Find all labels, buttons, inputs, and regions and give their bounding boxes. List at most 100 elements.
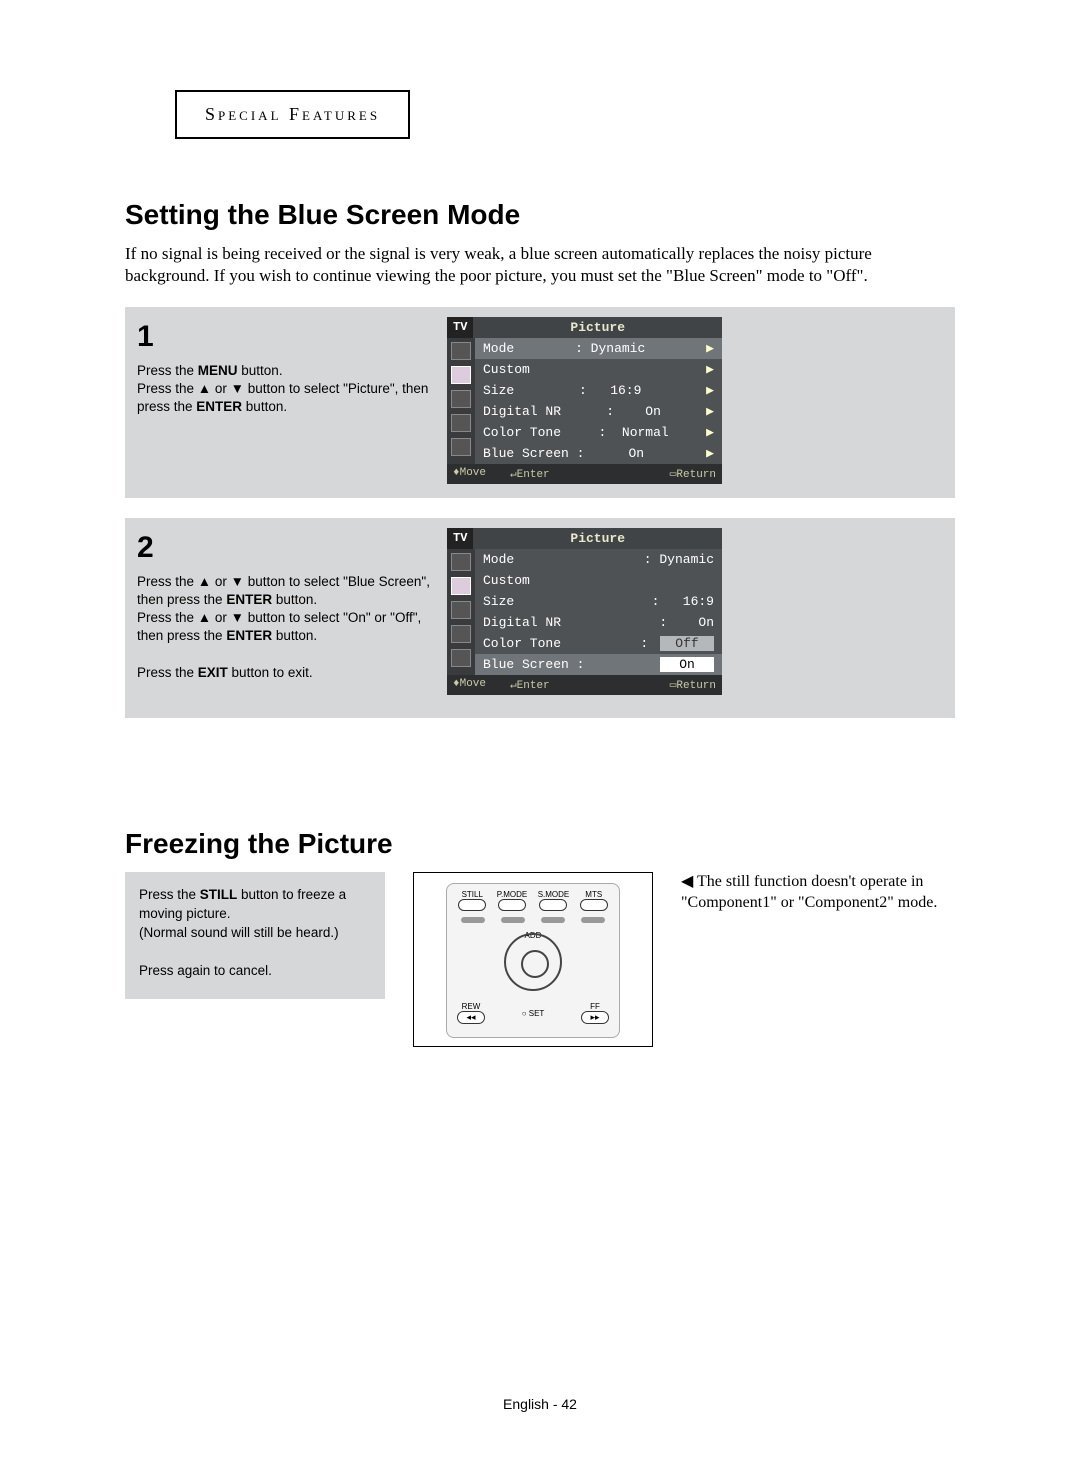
osd-tab-icon xyxy=(451,438,471,456)
osd-label: Digital NR xyxy=(483,404,561,419)
osd-label: Custom xyxy=(483,573,530,588)
osd-value: On xyxy=(628,446,644,461)
osd-title: Picture xyxy=(473,317,722,338)
osd-tab-icon xyxy=(451,601,471,619)
step-text: button. xyxy=(242,399,287,414)
osd-label: Digital NR xyxy=(483,615,561,630)
osd-hint-return: ▭Return xyxy=(670,467,716,481)
remote-button xyxy=(539,899,567,911)
osd-value-selected: On xyxy=(660,657,714,672)
still-button-label: STILL xyxy=(200,887,238,902)
arrow-right-icon: ▶ xyxy=(706,341,714,356)
osd-value: : On xyxy=(659,615,714,630)
osd-row-mode: Mode : Dynamic xyxy=(475,549,722,570)
remote-rew-button: ◂◂ xyxy=(457,1011,485,1024)
remote-button xyxy=(501,917,525,923)
remote-button xyxy=(580,899,608,911)
osd-label: Blue Screen : xyxy=(483,657,584,672)
osd-hint-return: ▭Return xyxy=(670,678,716,692)
osd-tab-icon xyxy=(451,390,471,408)
chapter-heading: Special Features xyxy=(175,90,410,139)
osd-menu-picture-1: TV Picture Mode: Dynamic▶ Custom▶ Size: … xyxy=(447,317,722,484)
osd-label: Mode xyxy=(483,341,514,356)
remote-smode-label: S.MODE xyxy=(538,890,570,899)
remote-still-label: STILL xyxy=(458,890,486,899)
osd-value: : Normal xyxy=(598,425,668,440)
osd-value: : Dynamic xyxy=(644,552,714,567)
osd-row-color-tone: Color Tone: Normal▶ xyxy=(475,422,722,443)
remote-button xyxy=(461,917,485,923)
remote-rew-label: REW xyxy=(457,1002,485,1011)
arrow-right-icon: ▶ xyxy=(706,446,714,461)
osd-row-custom: Custom xyxy=(475,570,722,591)
remote-set-label: ○ SET xyxy=(522,1009,545,1018)
osd-tv-badge: TV xyxy=(447,317,473,338)
osd-footer: ♦Move ↵Enter ▭Return xyxy=(447,464,722,484)
osd-tab-icon xyxy=(451,553,471,571)
osd-tab-icon xyxy=(451,577,471,595)
osd-tab-icon xyxy=(451,625,471,643)
arrow-right-icon: ▶ xyxy=(706,383,714,398)
osd-row-blue-screen: Blue Screen : On xyxy=(475,654,722,675)
osd-value: : Dynamic xyxy=(575,341,645,356)
remote-ff-button: ▸▸ xyxy=(581,1011,609,1024)
step-text: Press the xyxy=(137,665,198,680)
osd-label: Blue Screen : xyxy=(483,446,584,461)
osd-label: Custom xyxy=(483,362,530,377)
osd-row-size: Size: 16:9 xyxy=(475,591,722,612)
remote-mts-label: MTS xyxy=(580,890,608,899)
section-intro: If no signal is being received or the si… xyxy=(125,243,955,287)
osd-tv-badge: TV xyxy=(447,528,473,549)
arrow-right-icon: ▶ xyxy=(706,425,714,440)
remote-ff-label: FF xyxy=(581,1002,609,1011)
osd-tab-icon xyxy=(451,366,471,384)
enter-button-label: ENTER xyxy=(226,628,272,643)
osd-row-mode: Mode : Dynamic ▶ xyxy=(475,338,722,359)
section-title-freezing: Freezing the Picture xyxy=(125,828,955,860)
osd-row-blue-screen: Blue Screen : On ▶ xyxy=(475,443,722,464)
osd-label: Color Tone xyxy=(483,636,561,651)
arrow-right-icon: ▶ xyxy=(706,362,714,377)
osd-footer: ♦Move ↵Enter ▭Return xyxy=(447,675,722,695)
osd-row-digital-nr: Digital NR : On xyxy=(475,612,722,633)
osd-row-digital-nr: Digital NR : On ▶ xyxy=(475,401,722,422)
osd-hint-move: ♦Move xyxy=(453,467,486,481)
step-1-text: 1 Press the MENU button. Press the ▲ or … xyxy=(137,317,437,484)
menu-button-label: MENU xyxy=(198,363,238,378)
enter-button-label: ENTER xyxy=(196,399,242,414)
step-text: Press the xyxy=(137,363,198,378)
step-2-block: 2 Press the ▲ or ▼ button to select "Blu… xyxy=(125,518,955,718)
osd-row-color-tone: Color Tone: Off xyxy=(475,633,722,654)
step-text: button. xyxy=(238,363,283,378)
remote-button xyxy=(581,917,605,923)
osd-row-size: Size: 16:9▶ xyxy=(475,380,722,401)
remote-button xyxy=(458,899,486,911)
arrow-right-icon: ▶ xyxy=(706,404,714,419)
step-number: 2 xyxy=(137,528,437,569)
side-note: ◀ The still function doesn't operate in … xyxy=(681,872,955,914)
step-number: 1 xyxy=(137,317,437,358)
osd-tab-icon xyxy=(451,342,471,360)
enter-button-label: ENTER xyxy=(226,592,272,607)
osd-label: Mode xyxy=(483,552,514,567)
freeze-text: (Normal sound will still be heard.) xyxy=(139,925,339,940)
osd-tab-icon xyxy=(451,649,471,667)
osd-value: : 16:9 xyxy=(652,594,714,609)
osd-value: : On xyxy=(606,404,661,419)
osd-hint-enter: ↵Enter xyxy=(510,467,550,481)
remote-button xyxy=(541,917,565,923)
remote-pmode-label: P.MODE xyxy=(497,890,528,899)
remote-button xyxy=(498,899,526,911)
freeze-instructions: Press the STILL button to freeze a movin… xyxy=(125,872,385,998)
osd-title: Picture xyxy=(473,528,722,549)
osd-tab-icon xyxy=(451,414,471,432)
osd-sidebar xyxy=(447,338,475,464)
osd-sidebar xyxy=(447,549,475,675)
exit-button-label: EXIT xyxy=(198,665,228,680)
osd-value: : 16:9 xyxy=(579,383,641,398)
freeze-text: Press again to cancel. xyxy=(139,963,272,978)
step-text: button. xyxy=(272,628,317,643)
step-1-block: 1 Press the MENU button. Press the ▲ or … xyxy=(125,307,955,498)
freeze-text: Press the xyxy=(139,887,200,902)
osd-row-custom: Custom ▶ xyxy=(475,359,722,380)
